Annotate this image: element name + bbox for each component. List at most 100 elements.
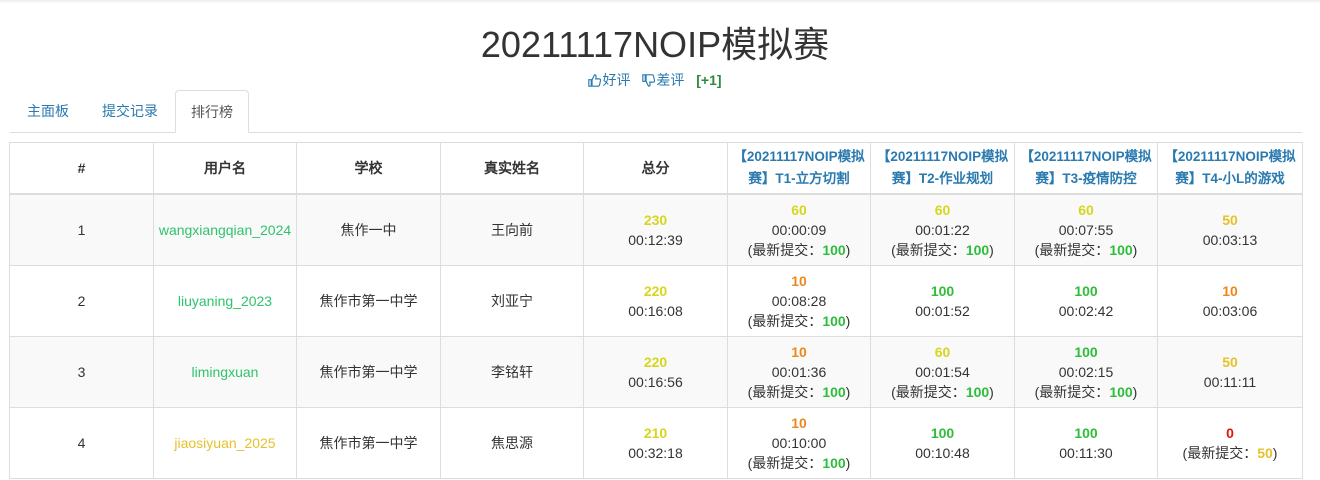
latest-label: (最新提交： [1034, 384, 1110, 400]
total-score: 220 [643, 283, 668, 299]
latest-close: ) [989, 384, 994, 400]
rank-cell: 2 [9, 265, 154, 337]
problem-t2-header[interactable]: 【20211117NOIP模拟赛】T2-作业规划 [870, 142, 1015, 195]
username-link[interactable]: limingxuan [192, 364, 259, 380]
problem-cell[interactable]: 60 00:00:09 (最新提交：100) [727, 193, 871, 266]
problem-cell[interactable]: 10 00:01:36 (最新提交：100) [727, 336, 871, 408]
problem-cell[interactable]: 10 00:10:00 (最新提交：100) [727, 407, 871, 479]
total-time: 00:16:08 [628, 303, 683, 319]
username-link[interactable]: jiaosiyuan_2025 [174, 435, 275, 451]
table-row: 2 liuyaning_2023 焦作市第一中学 刘亚宁 220 00:16:08 10 00… [9, 265, 1303, 337]
problem-cell[interactable]: 60 00:01:22 (最新提交：100) [870, 193, 1015, 266]
total-score: 210 [643, 425, 668, 441]
problem-cell[interactable]: 100 00:02:15 (最新提交：100) [1014, 336, 1158, 408]
latest-label: (最新提交： [891, 384, 966, 400]
problem-cell[interactable]: 100 00:10:48 [870, 407, 1015, 479]
problem-score: 100 [930, 425, 955, 441]
problem-time: 00:11:11 [1203, 374, 1257, 390]
problem-score: 50 [1222, 354, 1238, 370]
problem-cell[interactable]: 100 00:11:30 [1014, 407, 1158, 479]
tab-submissions[interactable]: 提交记录 [92, 90, 168, 131]
total-cell: 210 00:32:18 [583, 407, 728, 479]
problem-t4-header[interactable]: 【20211117NOIP模拟赛】T4-小L的游戏 [1157, 142, 1303, 195]
upvote-button[interactable]: 好评 [588, 72, 634, 88]
col-total-header: 总分 [583, 142, 728, 195]
latest-score: 100 [1109, 384, 1133, 400]
problem-time: 00:01:54 [915, 364, 970, 380]
latest-label: (最新提交： [747, 242, 823, 258]
rank-cell: 3 [9, 336, 154, 408]
tab-standings[interactable]: 排行榜 [175, 90, 249, 133]
latest-submission: (最新提交：100) [728, 453, 870, 473]
col-rank-header: # [9, 142, 154, 195]
table-row: 1 wangxiangqian_2024 焦作一中 王向前 230 00:12:39 60 0… [9, 193, 1303, 266]
problem-score: 60 [934, 202, 951, 218]
latest-score: 100 [822, 313, 846, 329]
problem-t3-header[interactable]: 【20211117NOIP模拟赛】T3-疫情防控 [1014, 142, 1158, 195]
latest-close: ) [1132, 242, 1138, 258]
latest-close: ) [845, 313, 851, 329]
problem-time: 00:07:55 [1058, 222, 1114, 238]
username-cell: liuyaning_2023 [153, 265, 297, 337]
upvote-label: 好评 [602, 72, 631, 88]
problem-cell[interactable]: 10 00:08:28 (最新提交：100) [727, 265, 871, 337]
problem-score: 100 [1074, 344, 1098, 360]
problem-score: 100 [930, 283, 955, 299]
standings-table: # 用户名 学校 真实姓名 总分 【20211117NOIP模拟赛】T1-立方切… [9, 142, 1303, 479]
total-cell: 220 00:16:08 [583, 265, 728, 337]
contest-tabs: 主面板 提交记录 排行榜 [10, 90, 1302, 133]
problem-score: 10 [1222, 283, 1238, 299]
col-school-header: 学校 [296, 142, 441, 195]
latest-submission: (最新提交：100) [728, 311, 870, 331]
problem-cell[interactable]: 100 00:02:42 [1014, 265, 1158, 337]
latest-submission: (最新提交：50) [1158, 443, 1302, 463]
col-realname-header: 真实姓名 [440, 142, 584, 195]
problem-score: 10 [791, 273, 807, 289]
problem-score: 60 [934, 344, 951, 360]
thumbs-down-icon [642, 74, 656, 87]
problem-cell[interactable]: 60 00:07:55 (最新提交：100) [1014, 193, 1158, 266]
problem-time: 00:00:09 [771, 222, 827, 238]
latest-close: ) [989, 242, 994, 258]
total-cell: 230 00:12:39 [583, 193, 728, 266]
latest-submission: (最新提交：100) [1015, 240, 1157, 260]
username-link[interactable]: liuyaning_2023 [178, 293, 272, 309]
problem-time: 00:11:30 [1059, 445, 1113, 461]
latest-label: (最新提交： [1182, 445, 1258, 461]
tab-dashboard[interactable]: 主面板 [12, 90, 84, 131]
problem-time: 00:01:52 [915, 303, 970, 319]
problem-cell[interactable]: 0 (最新提交：50) [1157, 407, 1303, 479]
latest-score: 100 [822, 242, 846, 258]
problem-cell[interactable]: 50 00:03:13 [1157, 193, 1303, 266]
problem-t1-header[interactable]: 【20211117NOIP模拟赛】T1-立方切割 [727, 142, 871, 195]
problem-cell[interactable]: 100 00:01:52 [870, 265, 1015, 337]
downvote-button[interactable]: 差评 [642, 72, 688, 88]
problem-cell[interactable]: 50 00:11:11 [1157, 336, 1303, 408]
problem-cell[interactable]: 60 00:01:54 (最新提交：100) [870, 336, 1015, 408]
total-time: 00:12:39 [628, 232, 683, 248]
problem-time: 00:03:06 [1202, 303, 1258, 319]
latest-submission: (最新提交：100) [728, 382, 870, 402]
problem-cell[interactable]: 10 00:03:06 [1157, 265, 1303, 337]
realname-cell: 王向前 [440, 193, 584, 266]
latest-submission: (最新提交：100) [728, 240, 870, 260]
username-cell: limingxuan [153, 336, 297, 408]
school-cell: 焦作市第一中学 [296, 265, 441, 337]
problem-score: 60 [1078, 202, 1094, 218]
latest-score: 100 [965, 384, 990, 400]
school-cell: 焦作市第一中学 [296, 336, 441, 408]
school-cell: 焦作一中 [296, 193, 441, 266]
latest-score: 100 [822, 384, 846, 400]
latest-score: 50 [1257, 445, 1273, 461]
standings-body: 1 wangxiangqian_2024 焦作一中 王向前 230 00:12:39 60 0… [9, 193, 1303, 479]
problem-score: 100 [1074, 283, 1098, 299]
latest-submission: (最新提交：100) [871, 240, 1014, 260]
latest-close: ) [1132, 384, 1138, 400]
downvote-label: 差评 [656, 72, 685, 88]
problem-time: 00:10:48 [915, 445, 970, 461]
latest-score: 100 [822, 455, 846, 471]
latest-close: ) [1272, 445, 1278, 461]
problem-score: 10 [791, 415, 807, 431]
username-link[interactable]: wangxiangqian_2024 [159, 222, 291, 238]
total-time: 00:16:56 [628, 374, 683, 390]
